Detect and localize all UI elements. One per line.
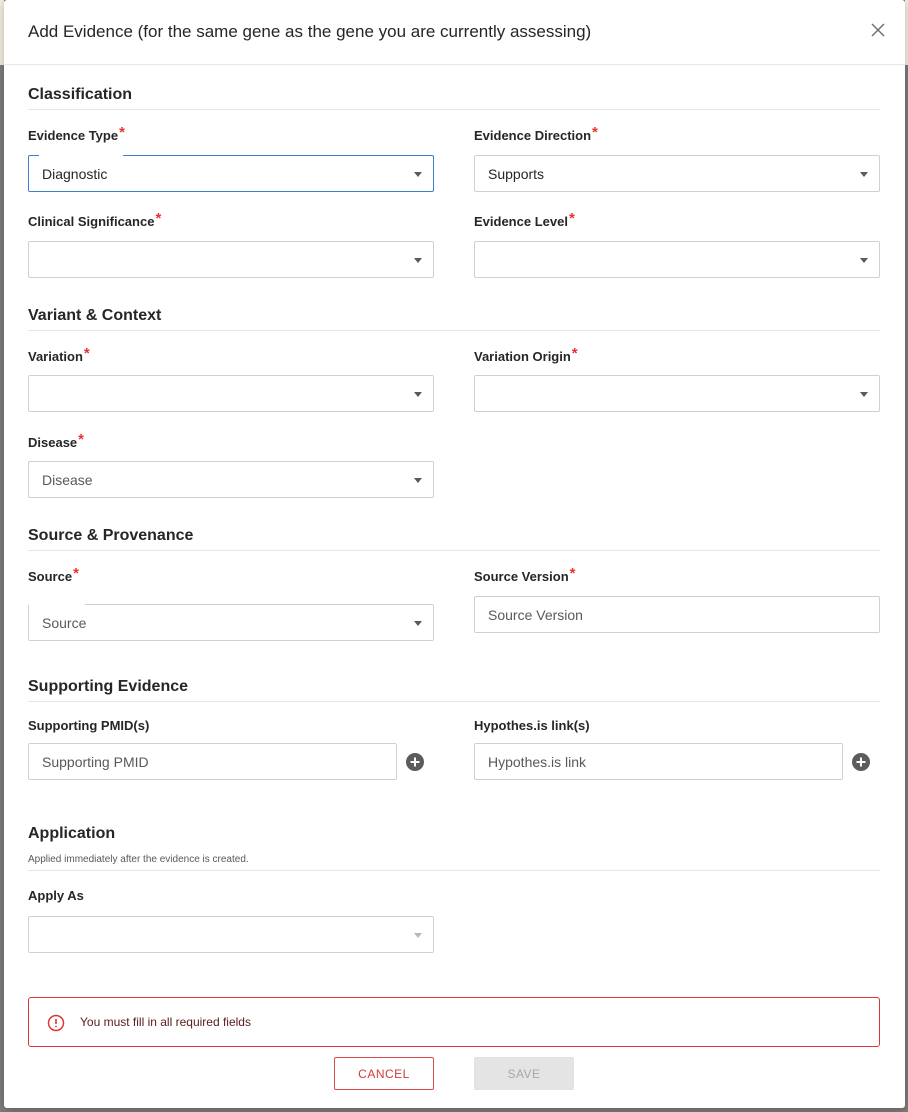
close-icon[interactable] — [869, 21, 887, 39]
chevron-down-icon — [414, 933, 422, 938]
section-divider — [28, 870, 880, 871]
evidence-type-label: Evidence Type* — [28, 124, 125, 143]
dialog-title: Add Evidence (for the same gene as the g… — [28, 22, 592, 41]
evidence-direction-select[interactable]: Supports — [474, 155, 880, 192]
section-divider — [28, 109, 880, 110]
apply-as-label: Apply As — [28, 888, 84, 903]
chevron-down-icon — [860, 258, 868, 263]
variation-label: Variation* — [28, 345, 90, 364]
supporting-pmid-input[interactable]: Supporting PMID — [28, 743, 397, 780]
source-label: Source* — [28, 565, 79, 584]
alert-message: You must fill in all required fields — [80, 1015, 251, 1029]
variation-origin-select[interactable] — [474, 375, 880, 412]
disease-label: Disease* — [28, 431, 84, 450]
evidence-type-select[interactable]: Diagnostic — [28, 154, 434, 192]
chevron-down-icon — [860, 172, 868, 177]
source-version-label: Source Version* — [474, 565, 576, 584]
section-divider — [28, 330, 880, 331]
validation-alert: You must fill in all required fields — [28, 997, 880, 1047]
chevron-down-icon — [414, 258, 422, 263]
clinical-significance-label: Clinical Significance* — [28, 210, 162, 229]
apply-as-select[interactable] — [28, 916, 434, 953]
section-title-variant-context: Variant & Context — [28, 307, 162, 324]
hypothesis-link-input[interactable]: Hypothes.is link — [474, 743, 843, 780]
evidence-level-label: Evidence Level* — [474, 210, 575, 229]
add-evidence-dialog: Add Evidence (for the same gene as the g… — [4, 0, 905, 1108]
chevron-down-icon — [414, 621, 422, 626]
cancel-button[interactable]: CANCEL — [334, 1057, 434, 1090]
save-button[interactable]: SAVE — [474, 1057, 574, 1090]
chevron-down-icon — [414, 392, 422, 397]
disease-placeholder: Disease — [42, 472, 93, 488]
section-divider — [28, 550, 880, 551]
application-subtitle: Applied immediately after the evidence i… — [28, 854, 249, 865]
chevron-down-icon — [414, 478, 422, 483]
variation-origin-label: Variation Origin* — [474, 345, 578, 364]
alert-circle-icon — [47, 1014, 65, 1032]
section-title-supporting-evidence: Supporting Evidence — [28, 678, 189, 695]
add-pmid-icon[interactable] — [406, 753, 424, 771]
chevron-down-icon — [860, 392, 868, 397]
disease-select[interactable]: Disease — [28, 461, 434, 498]
clinical-significance-select[interactable] — [28, 241, 434, 278]
chevron-down-icon — [414, 172, 422, 177]
section-title-source-provenance: Source & Provenance — [28, 527, 194, 544]
evidence-level-select[interactable] — [474, 241, 880, 278]
source-placeholder: Source — [42, 615, 87, 631]
supporting-pmids-label: Supporting PMID(s) — [28, 718, 150, 733]
section-title-classification: Classification — [28, 86, 133, 103]
variation-select[interactable] — [28, 375, 434, 412]
source-select[interactable]: Source — [28, 603, 434, 641]
evidence-direction-label: Evidence Direction* — [474, 124, 598, 143]
hypothesis-links-label: Hypothes.is link(s) — [474, 718, 590, 733]
section-title-application: Application — [28, 825, 116, 842]
evidence-type-value: Diagnostic — [42, 166, 108, 182]
section-divider — [28, 701, 880, 702]
source-version-input[interactable]: Source Version — [474, 596, 880, 633]
dialog-header: Add Evidence (for the same gene as the g… — [4, 0, 905, 65]
evidence-direction-value: Supports — [488, 166, 545, 182]
add-hypothesis-link-icon[interactable] — [852, 753, 870, 771]
